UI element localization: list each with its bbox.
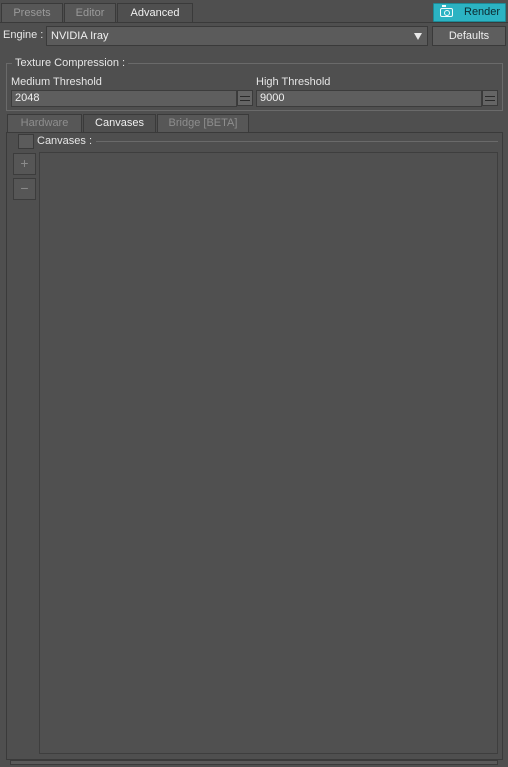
tab-bar-divider (0, 22, 508, 23)
high-threshold-input[interactable]: 9000 (256, 90, 482, 107)
render-button-label: Render (464, 6, 501, 18)
horizontal-scrollbar[interactable] (10, 760, 498, 765)
high-threshold-slider-button[interactable] (482, 90, 498, 106)
tab-presets[interactable]: Presets (1, 3, 63, 23)
canvases-label: Canvases : (37, 135, 93, 147)
tab-bridge-beta[interactable]: Bridge [BETA] (157, 114, 249, 132)
high-threshold-label: High Threshold (256, 76, 331, 88)
texture-compression-title: Texture Compression : (12, 57, 129, 69)
camera-icon (440, 5, 453, 17)
engine-select[interactable]: NVIDIA Iray (46, 26, 428, 46)
defaults-button[interactable]: Defaults (432, 26, 506, 46)
tab-advanced[interactable]: Advanced (117, 3, 193, 23)
tab-canvases[interactable]: Canvases (83, 114, 156, 132)
canvases-list[interactable] (39, 152, 498, 754)
medium-threshold-input[interactable]: 2048 (11, 90, 237, 107)
add-canvas-button[interactable]: + (13, 153, 36, 175)
canvases-divider (96, 141, 498, 142)
engine-select-value: NVIDIA Iray (51, 30, 109, 42)
tab-hardware[interactable]: Hardware (7, 114, 82, 132)
render-button[interactable]: Render (433, 3, 506, 22)
canvases-checkbox[interactable] (18, 134, 34, 149)
chevron-down-icon (414, 33, 422, 40)
medium-threshold-slider-button[interactable] (237, 90, 253, 106)
remove-canvas-button[interactable]: − (13, 178, 36, 200)
medium-threshold-label: Medium Threshold (11, 76, 102, 88)
engine-label: Engine : (3, 29, 44, 41)
tab-editor[interactable]: Editor (64, 3, 116, 23)
